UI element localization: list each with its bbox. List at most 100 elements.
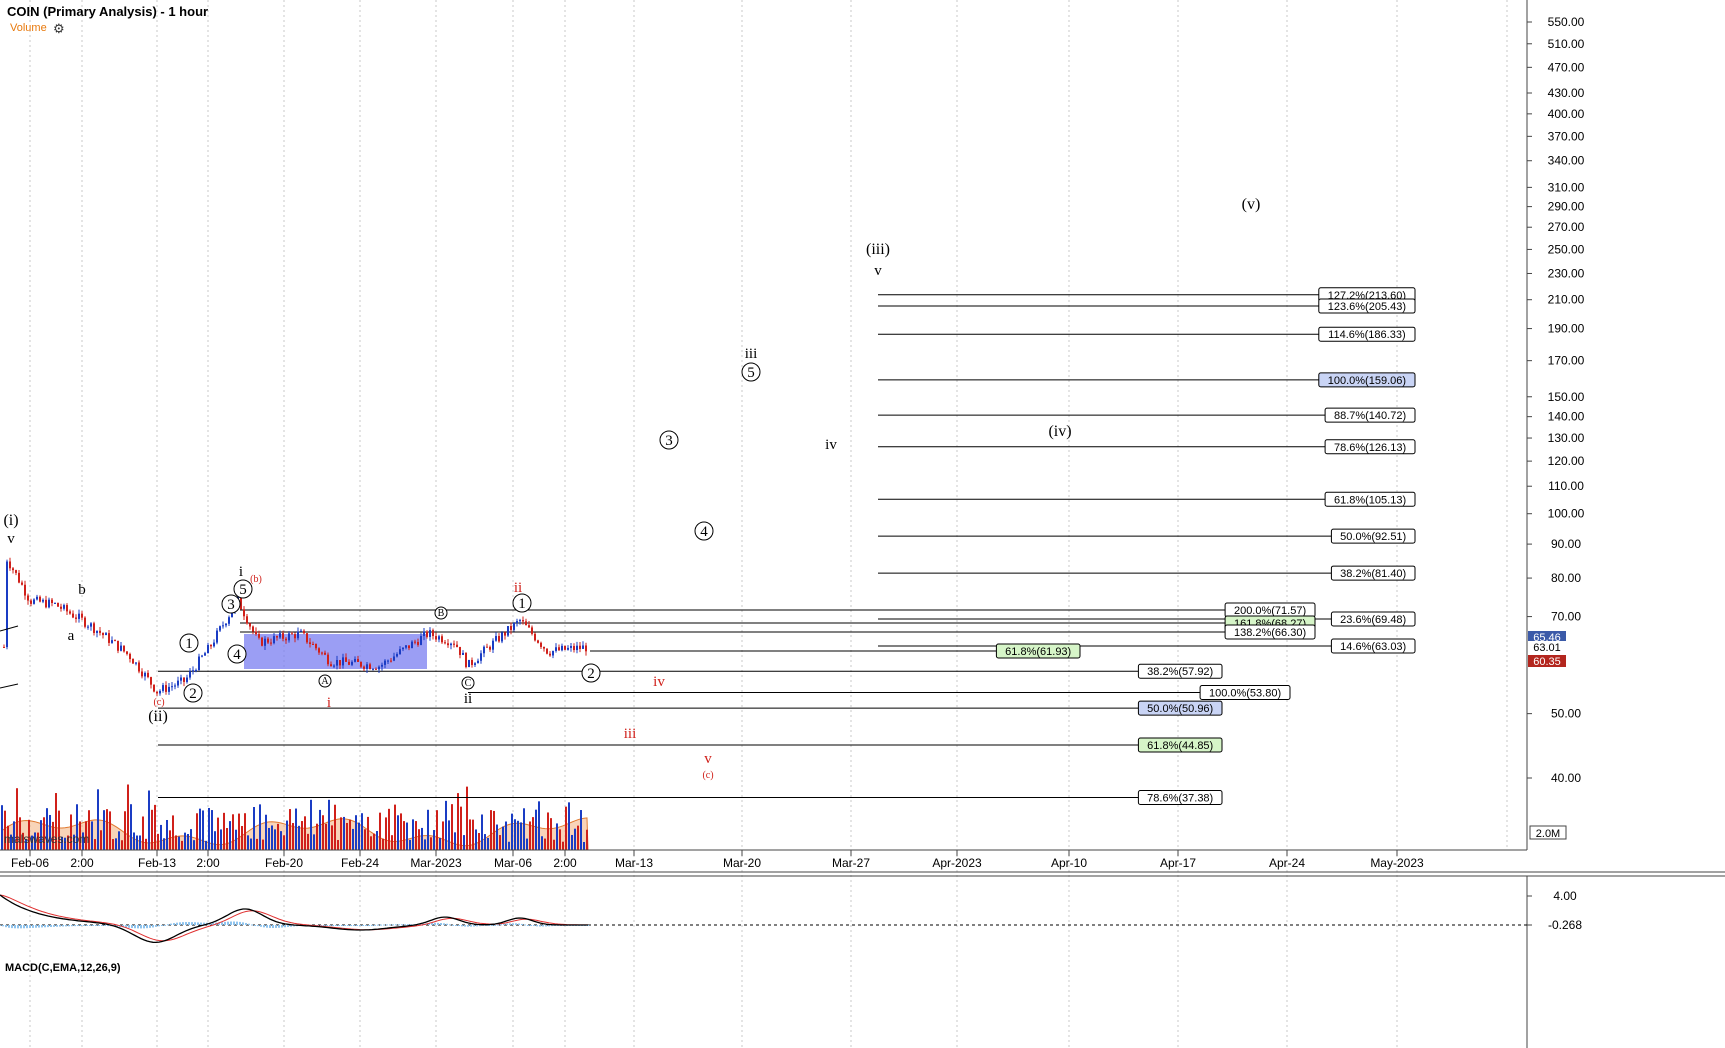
volume-bar	[448, 820, 450, 850]
candle-body	[129, 653, 131, 660]
candle-body	[228, 617, 230, 624]
macd-hist-bar	[521, 923, 523, 925]
volume-bar	[541, 836, 543, 850]
volume-bar	[517, 820, 519, 850]
volume-bar	[109, 811, 111, 850]
candle-body	[555, 647, 557, 651]
macd-hist-bar	[359, 925, 361, 926]
macd-hist-bar	[50, 925, 52, 927]
volume-bar	[97, 789, 99, 850]
candle-body	[351, 661, 353, 665]
candle-body	[126, 651, 128, 654]
candle-body	[36, 596, 38, 600]
macd-hist-bar	[395, 924, 397, 926]
candle-body	[411, 641, 413, 649]
candle-body	[270, 642, 272, 644]
macd-hist-bar	[509, 923, 511, 925]
volume-bar	[277, 823, 279, 850]
candle-body	[450, 643, 452, 646]
macd-hist-bar	[23, 925, 25, 929]
candle-body	[495, 636, 497, 641]
volume-bar	[547, 812, 549, 850]
volume-bar	[175, 835, 177, 850]
candle-body	[309, 642, 311, 644]
macd-hist-bar	[278, 925, 280, 928]
macd-hist-bar	[539, 925, 541, 927]
macd-hist-bar	[365, 925, 367, 926]
macd-hist-bar	[467, 925, 469, 927]
macd-hist-bar	[362, 925, 364, 926]
candle-body	[534, 633, 536, 641]
fib-tag-label: 23.6%(69.48)	[1340, 614, 1406, 626]
chart-title: COIN (Primary Analysis) - 1 hour	[7, 4, 209, 19]
y-tick-label: 470.00	[1548, 60, 1585, 74]
gear-icon[interactable]: ⚙	[53, 21, 65, 37]
candle-body	[459, 646, 461, 655]
macd-hist-bar	[224, 921, 226, 925]
macd-hist-bar	[431, 922, 433, 925]
volume-bar	[160, 824, 162, 850]
volume-bar	[556, 823, 558, 850]
volume-bar	[427, 809, 429, 850]
macd-hist-bar	[494, 924, 496, 926]
macd-hist-bar	[47, 925, 49, 928]
volume-bar	[268, 827, 270, 850]
macd-hist-bar	[2, 925, 4, 927]
volume-bar	[571, 834, 573, 850]
macd-hist-bar	[350, 925, 352, 926]
candle-body	[192, 670, 194, 672]
wave-label: 1	[518, 596, 526, 612]
macd-hist-bar	[443, 923, 445, 925]
candle-body	[162, 685, 164, 691]
candle-body	[543, 646, 545, 649]
y-tick-label: 370.00	[1548, 129, 1585, 143]
wave-label: iii	[624, 726, 637, 742]
x-tick-label: 2:00	[70, 856, 94, 870]
candle-body	[69, 611, 71, 614]
volume-bar	[211, 810, 213, 850]
wave-label: (ii)	[148, 708, 168, 725]
volume-bar	[478, 833, 480, 850]
macd-hist-bar	[140, 925, 142, 929]
macd-tick-label: -0.268	[1548, 918, 1582, 932]
candle-body	[177, 680, 179, 686]
volume-bar	[112, 839, 114, 850]
macd-hist-bar	[191, 922, 193, 925]
candle-body	[402, 647, 404, 650]
y-tick-label: 130.00	[1548, 431, 1585, 445]
candle-body	[72, 613, 74, 618]
volume-bar	[577, 825, 579, 850]
volume-bar	[529, 821, 531, 850]
volume-bar	[355, 815, 357, 850]
macd-hist-bar	[41, 925, 43, 928]
volume-bar	[214, 831, 216, 850]
macd-hist-bar	[158, 925, 160, 927]
volume-bar	[199, 808, 201, 850]
x-tick-label: Apr-24	[1269, 856, 1305, 870]
candle-body	[57, 602, 59, 607]
wave-label: (v)	[1242, 196, 1261, 213]
wave-label: v	[704, 751, 712, 767]
candle-body	[393, 656, 395, 661]
candle-body	[432, 630, 434, 637]
macd-hist-bar	[155, 925, 157, 927]
gridlines	[29, 0, 1508, 1048]
macd-hist-bar	[167, 924, 169, 926]
y-tick-label: 270.00	[1548, 220, 1585, 234]
fib-tag-label: 100.0%(53.80)	[1209, 688, 1281, 700]
volume-bar	[364, 829, 366, 850]
price-tag-label: 60.35	[1533, 656, 1561, 668]
candle-body	[120, 645, 122, 651]
volume-bar	[271, 825, 273, 850]
candle-body	[384, 660, 386, 665]
volume-bar	[223, 812, 225, 850]
macd-hist-bar	[281, 925, 283, 928]
volume-bar	[106, 809, 108, 850]
candle-body	[195, 670, 197, 672]
candle-body	[390, 660, 392, 662]
volume-bar	[166, 819, 168, 850]
volume-bar	[523, 808, 525, 850]
volume-bar	[124, 811, 126, 850]
y-tick-label: 80.00	[1551, 571, 1581, 585]
volume-bar	[412, 819, 414, 850]
